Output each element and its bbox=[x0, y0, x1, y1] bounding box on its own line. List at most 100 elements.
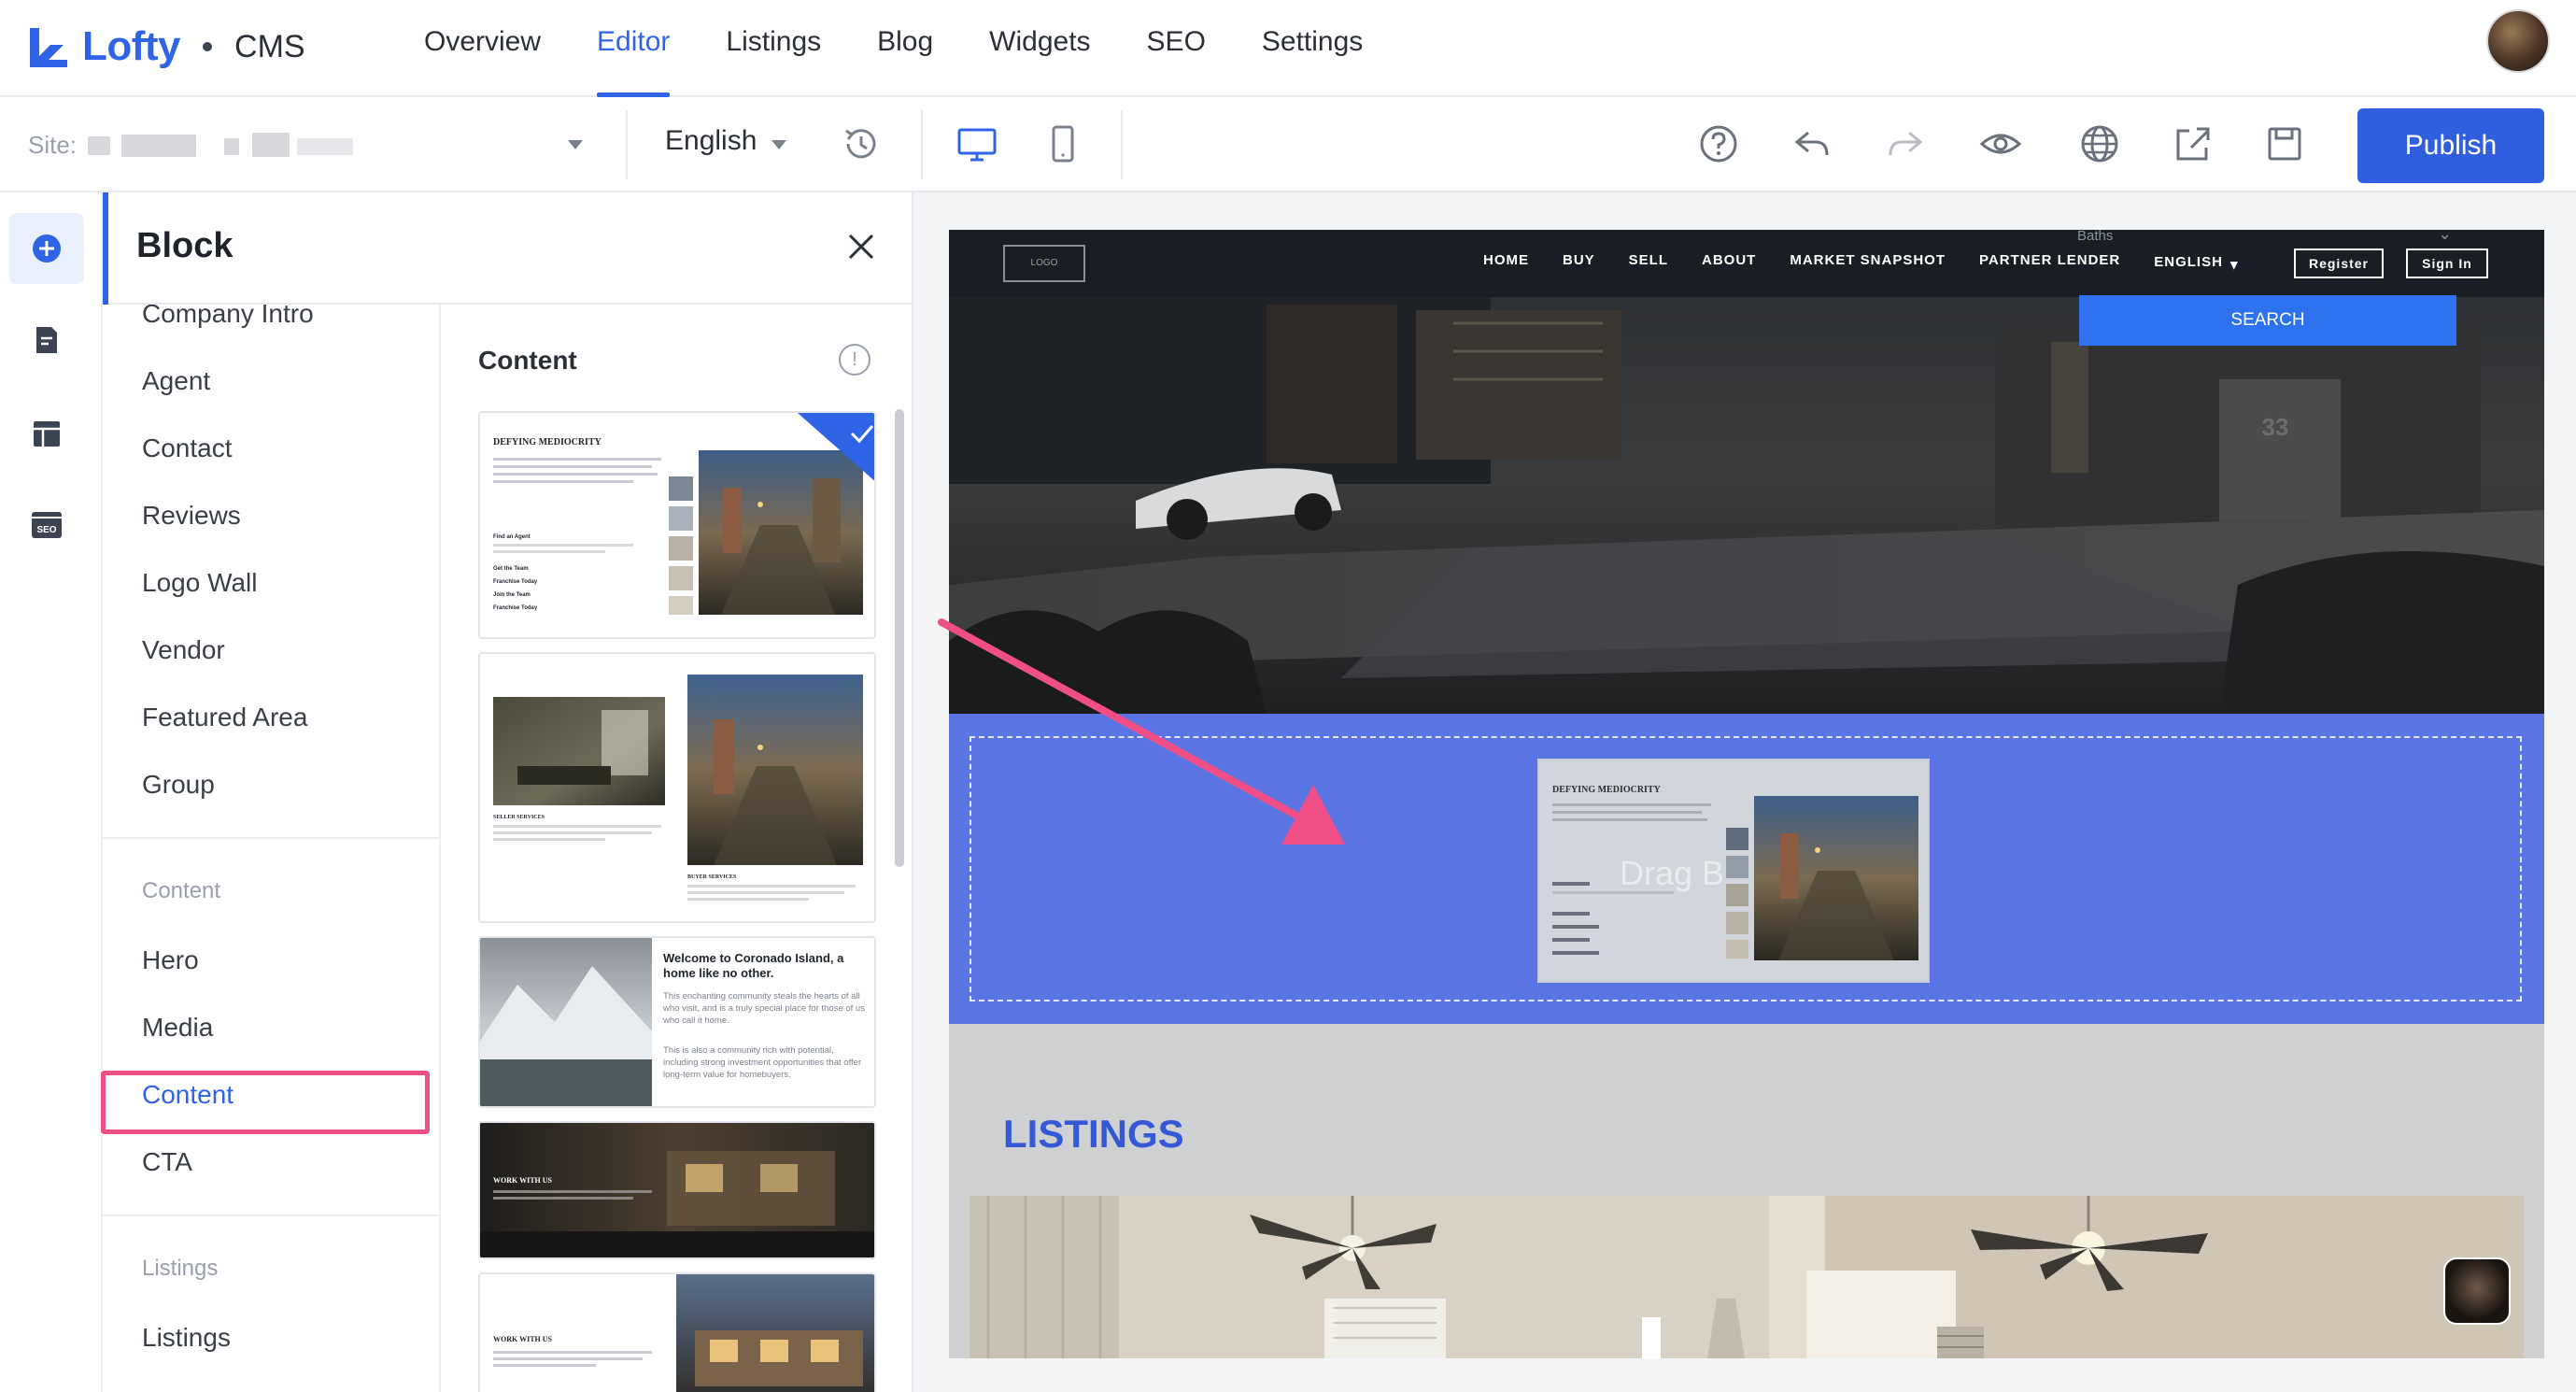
save-icon[interactable] bbox=[2262, 121, 2307, 166]
preview-nav-market-snapshot[interactable]: MARKET SNAPSHOT bbox=[1790, 252, 1946, 273]
site-dropdown-caret-icon[interactable] bbox=[568, 140, 583, 149]
share-export-icon[interactable] bbox=[2171, 121, 2215, 166]
content-block-thumbnail-1[interactable]: DEFYING MEDIOCRITY Find an Agent Get the… bbox=[478, 411, 876, 639]
lofty-logo[interactable]: Lofty CMS bbox=[26, 17, 305, 77]
nav-seo[interactable]: SEO bbox=[1119, 0, 1234, 97]
nav-editor[interactable]: Editor bbox=[569, 0, 698, 97]
preview-nav-links: HOME BUY SELL ABOUT MARKET SNAPSHOT PART… bbox=[1483, 252, 2272, 273]
content-category-highlight bbox=[101, 1071, 430, 1134]
content-block-thumbnail-5[interactable]: WORK WITH US bbox=[478, 1272, 876, 1392]
preview-language-caret-icon[interactable]: ▾ bbox=[2230, 256, 2239, 273]
block-panel-title: Block bbox=[136, 226, 234, 265]
thumbnail-preview-2: SELLER SERVICES BUYER SERVICES bbox=[493, 675, 863, 901]
category-agent[interactable]: Agent bbox=[142, 366, 210, 396]
svg-text:Get the Team: Get the Team bbox=[493, 566, 529, 572]
svg-text:SEO: SEO bbox=[36, 525, 56, 535]
preview-listings-title: LISTINGS bbox=[1003, 1112, 1184, 1156]
page-icon bbox=[36, 327, 57, 353]
preview-baths-label: Baths bbox=[2077, 230, 2114, 244]
thumbnail-section-title: Content bbox=[478, 346, 577, 375]
redo-icon[interactable] bbox=[1883, 121, 1928, 166]
listing-photo-2-image bbox=[1769, 1196, 2524, 1358]
rail-add-block-button[interactable] bbox=[9, 213, 84, 284]
category-group[interactable]: Group bbox=[142, 770, 215, 800]
thumb3-heading: Welcome to Coronado Island, a home like … bbox=[663, 951, 844, 980]
svg-text:DEFYING MEDIOCRITY: DEFYING MEDIOCRITY bbox=[1552, 785, 1662, 795]
history-icon[interactable] bbox=[839, 121, 884, 166]
desktop-view-icon[interactable] bbox=[955, 121, 999, 166]
info-icon[interactable]: ! bbox=[839, 344, 870, 376]
category-hero[interactable]: Hero bbox=[142, 945, 199, 975]
svg-text:SELLER SERVICES: SELLER SERVICES bbox=[493, 815, 545, 820]
site-selector-value[interactable] bbox=[84, 131, 364, 157]
section-label-content: Content bbox=[142, 878, 221, 903]
add-block-icon bbox=[33, 234, 61, 263]
svg-text:WORK WITH US: WORK WITH US bbox=[493, 1335, 553, 1343]
listing-photo-1-image bbox=[970, 1196, 1769, 1358]
preview-nav-buy[interactable]: BUY bbox=[1563, 252, 1595, 273]
globe-icon[interactable] bbox=[2077, 121, 2122, 166]
seo-icon: SEO bbox=[32, 512, 62, 538]
publish-button[interactable]: Publish bbox=[2357, 108, 2544, 183]
left-icon-rail: SEO bbox=[0, 192, 103, 1392]
nav-listings[interactable]: Listings bbox=[698, 0, 849, 97]
language-caret-icon[interactable] bbox=[771, 140, 786, 149]
category-vendor[interactable]: Vendor bbox=[142, 635, 225, 665]
block-category-list: Company Intro Agent Contact Reviews Logo… bbox=[103, 305, 441, 1392]
content-block-thumbnail-4[interactable]: WORK WITH US bbox=[478, 1121, 876, 1259]
panel-accent-bar bbox=[103, 192, 108, 305]
preview-search-button[interactable]: SEARCH bbox=[2079, 295, 2456, 346]
listing-photo-2[interactable] bbox=[1769, 1196, 2524, 1358]
layout-icon bbox=[34, 421, 60, 447]
preview-site-logo[interactable]: LOGO bbox=[1003, 245, 1085, 282]
toolbar-divider bbox=[1121, 110, 1123, 179]
thumbnail-preview-1: DEFYING MEDIOCRITY Find an Agent Get the… bbox=[493, 413, 874, 615]
rail-layout-button[interactable] bbox=[9, 398, 84, 469]
nav-widgets[interactable]: Widgets bbox=[961, 0, 1118, 97]
undo-icon[interactable] bbox=[1790, 121, 1834, 166]
svg-text:Franchise Today: Franchise Today bbox=[493, 605, 538, 611]
preview-nav-partner-lender[interactable]: PARTNER LENDER bbox=[1979, 252, 2120, 273]
user-avatar[interactable] bbox=[2486, 9, 2550, 73]
category-reviews[interactable]: Reviews bbox=[142, 501, 241, 531]
top-navigation-bar: Lofty CMS Overview Editor Listings Blog … bbox=[0, 0, 2576, 97]
block-panel-header: Block bbox=[103, 192, 912, 305]
thumbnail-scrollbar[interactable] bbox=[895, 409, 904, 867]
nav-blog[interactable]: Blog bbox=[849, 0, 961, 97]
chat-widget-avatar[interactable] bbox=[2443, 1257, 2511, 1325]
preview-nav-sell[interactable]: SELL bbox=[1629, 252, 1668, 273]
preview-nav-about[interactable]: ABOUT bbox=[1702, 252, 1756, 273]
preview-nav-home[interactable]: HOME bbox=[1483, 252, 1529, 273]
mobile-view-icon[interactable] bbox=[1040, 121, 1085, 166]
toolbar-divider bbox=[921, 110, 923, 179]
preview-baths-caret-icon[interactable]: ⌄ bbox=[2438, 230, 2452, 244]
block-thumbnail-list: Content ! DEFYING MEDIOCRITY Find an Age… bbox=[441, 305, 912, 1392]
content-block-thumbnail-2[interactable]: SELLER SERVICES BUYER SERVICES bbox=[478, 652, 876, 923]
category-featured-area[interactable]: Featured Area bbox=[142, 703, 307, 732]
listing-photo-1[interactable] bbox=[970, 1196, 1769, 1358]
dragged-block-preview[interactable]: DEFYING MEDIOCRITY Drag B bbox=[1537, 759, 1930, 983]
content-block-thumbnail-3[interactable]: Welcome to Coronado Island, a home like … bbox=[478, 936, 876, 1108]
toolbar-divider bbox=[626, 110, 628, 179]
rail-pages-button[interactable] bbox=[9, 305, 84, 376]
help-icon[interactable] bbox=[1696, 121, 1741, 166]
nav-overview[interactable]: Overview bbox=[396, 0, 569, 97]
category-divider bbox=[103, 837, 439, 839]
category-listings[interactable]: Listings bbox=[142, 1323, 231, 1353]
section-label-listings: Listings bbox=[142, 1256, 219, 1281]
category-cta[interactable]: CTA bbox=[142, 1147, 192, 1177]
category-company-intro[interactable]: Company Intro bbox=[142, 305, 314, 329]
preview-eye-icon[interactable] bbox=[1978, 121, 2023, 166]
block-panel: Block Company Intro Agent Contact Review… bbox=[103, 192, 913, 1392]
nav-settings[interactable]: Settings bbox=[1234, 0, 1391, 97]
preview-sign-in-button[interactable]: Sign In bbox=[2406, 249, 2488, 278]
preview-register-button[interactable]: Register bbox=[2294, 249, 2384, 278]
category-logo-wall[interactable]: Logo Wall bbox=[142, 568, 257, 598]
category-contact[interactable]: Contact bbox=[142, 433, 233, 463]
rail-seo-button[interactable]: SEO bbox=[9, 490, 84, 561]
language-select[interactable]: English bbox=[665, 125, 757, 157]
category-media[interactable]: Media bbox=[142, 1013, 213, 1043]
preview-language-select[interactable]: ENGLISH bbox=[2154, 254, 2223, 273]
editor-toolbar: Site: English Publish bbox=[0, 97, 2576, 192]
close-icon[interactable] bbox=[844, 230, 878, 263]
